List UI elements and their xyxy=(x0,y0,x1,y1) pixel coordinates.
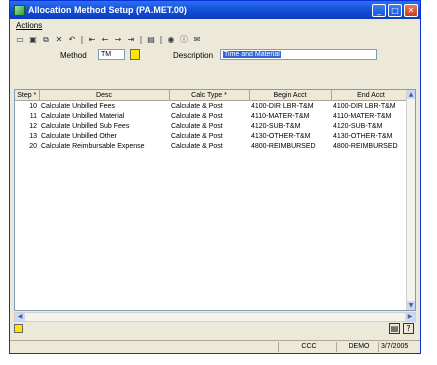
print-screen-icon[interactable]: ▤ xyxy=(389,323,400,334)
status-bar: CCC DEMO 3/7/2005 xyxy=(10,340,420,353)
column-header-calc-type[interactable]: Calc Type * xyxy=(169,90,250,101)
next-icon[interactable]: → xyxy=(113,35,123,45)
cell-end-acct[interactable]: 4110-MATER-T&M xyxy=(331,111,411,121)
app-icon xyxy=(14,4,25,16)
cell-begin-acct[interactable]: 4100-DIR LBR-T&M xyxy=(249,101,331,112)
close-button[interactable]: ✕ xyxy=(404,3,418,17)
scroll-left-arrow-icon[interactable]: ◀ xyxy=(15,313,25,321)
allocation-method-setup-window: Allocation Method Setup (PA.MET.00) _ □ … xyxy=(9,0,421,354)
cancel-icon[interactable]: ↶ xyxy=(67,35,77,45)
cell-step[interactable]: 13 xyxy=(15,131,39,141)
mail-icon[interactable]: ✉ xyxy=(192,35,202,45)
description-value: Time and Material xyxy=(223,51,281,58)
table-header-row: Step * Desc Calc Type * Begin Acct End A… xyxy=(15,90,412,101)
table-row[interactable]: 11 Calculate Unbilled Material Calculate… xyxy=(15,111,411,121)
cell-calc-type[interactable]: Calculate & Post xyxy=(169,121,249,131)
table-row[interactable]: 20 Calculate Reimbursable Expense Calcul… xyxy=(15,141,411,151)
cell-calc-type[interactable]: Calculate & Post xyxy=(169,131,249,141)
cell-begin-acct[interactable]: 4120-SUB-T&M xyxy=(249,121,331,131)
description-field[interactable]: Time and Material xyxy=(220,49,377,60)
help-question-icon[interactable]: ? xyxy=(403,323,414,334)
toolbar-separator: | xyxy=(139,35,143,44)
menu-actions[interactable]: Actions xyxy=(16,21,42,30)
allocation-steps-table: Step * Desc Calc Type * Begin Acct End A… xyxy=(15,90,412,151)
cell-begin-acct[interactable]: 4800-REIMBURSED xyxy=(249,141,331,151)
cell-step[interactable]: 11 xyxy=(15,111,39,121)
toolbar: ▭ ▣ ⧉ ✕ ↶ | ⇤ ← → ⇥ | ▤ | ◉ ⓘ ✉ xyxy=(10,32,420,47)
last-icon[interactable]: ⇥ xyxy=(126,35,136,45)
column-header-end-acct[interactable]: End Acct xyxy=(331,90,412,101)
new-icon[interactable]: ▭ xyxy=(15,35,25,45)
method-lookup-icon[interactable] xyxy=(130,49,140,60)
scroll-down-arrow-icon[interactable]: ▼ xyxy=(407,301,415,310)
status-company: CCC xyxy=(278,342,337,352)
cell-begin-acct[interactable]: 4130-OTHER-T&M xyxy=(249,131,331,141)
status-date: 3/7/2005 xyxy=(378,342,420,352)
help-icon[interactable]: ◉ xyxy=(166,35,176,45)
info-icon[interactable]: ⓘ xyxy=(179,35,189,45)
description-label: Description xyxy=(173,51,214,60)
cell-calc-type[interactable]: Calculate & Post xyxy=(169,101,249,112)
column-header-begin-acct[interactable]: Begin Acct xyxy=(249,90,332,101)
method-label: Method xyxy=(60,51,87,60)
note-lookup-icon[interactable] xyxy=(14,324,23,333)
print-icon[interactable]: ▤ xyxy=(146,35,156,45)
delete-icon[interactable]: ✕ xyxy=(54,35,64,45)
toolbar-separator: | xyxy=(159,35,163,44)
first-icon[interactable]: ⇤ xyxy=(87,35,97,45)
minimize-button[interactable]: _ xyxy=(372,3,386,17)
cell-step[interactable]: 12 xyxy=(15,121,39,131)
table-row[interactable]: 12 Calculate Unbilled Sub Fees Calculate… xyxy=(15,121,411,131)
cell-step[interactable]: 20 xyxy=(15,141,39,151)
method-row: Method TM Description Time and Material xyxy=(10,47,420,65)
cell-begin-acct[interactable]: 4110-MATER-T&M xyxy=(249,111,331,121)
menu-bar: Actions xyxy=(10,19,420,32)
cell-calc-type[interactable]: Calculate & Post xyxy=(169,111,249,121)
cell-end-acct[interactable]: 4800-REIMBURSED xyxy=(331,141,411,151)
method-field[interactable]: TM xyxy=(98,49,125,60)
cell-desc[interactable]: Calculate Unbilled Other xyxy=(39,131,169,141)
maximize-button[interactable]: □ xyxy=(388,3,402,17)
scroll-right-arrow-icon[interactable]: ▶ xyxy=(405,313,415,321)
cell-calc-type[interactable]: Calculate & Post xyxy=(169,141,249,151)
cell-desc[interactable]: Calculate Unbilled Material xyxy=(39,111,169,121)
scroll-up-arrow-icon[interactable]: ▲ xyxy=(407,90,415,99)
status-icons: ▤ ? xyxy=(389,323,414,334)
copy-icon[interactable]: ⧉ xyxy=(41,35,51,45)
cell-desc[interactable]: Calculate Reimbursable Expense xyxy=(39,141,169,151)
column-header-desc[interactable]: Desc xyxy=(39,90,170,101)
cell-step[interactable]: 10 xyxy=(15,101,39,112)
column-header-step[interactable]: Step * xyxy=(15,90,40,101)
cell-end-acct[interactable]: 4130-OTHER-T&M xyxy=(331,131,411,141)
cell-desc[interactable]: Calculate Unbilled Sub Fees xyxy=(39,121,169,131)
vertical-scrollbar[interactable]: ▲ ▼ xyxy=(406,90,415,310)
table-row[interactable]: 10 Calculate Unbilled Fees Calculate & P… xyxy=(15,101,411,112)
cell-end-acct[interactable]: 4120-SUB-T&M xyxy=(331,121,411,131)
window-title: Allocation Method Setup (PA.MET.00) xyxy=(28,5,187,15)
title-bar: Allocation Method Setup (PA.MET.00) _ □ … xyxy=(10,1,420,19)
status-database: DEMO xyxy=(336,342,379,352)
save-icon[interactable]: ▣ xyxy=(28,35,38,45)
toolbar-separator: | xyxy=(80,35,84,44)
table-row[interactable]: 13 Calculate Unbilled Other Calculate & … xyxy=(15,131,411,141)
cell-end-acct[interactable]: 4100-DIR LBR-T&M xyxy=(331,101,411,112)
horizontal-scrollbar[interactable]: ◀ ▶ xyxy=(14,312,416,322)
cell-desc[interactable]: Calculate Unbilled Fees xyxy=(39,101,169,112)
previous-icon[interactable]: ← xyxy=(100,35,110,45)
allocation-steps-grid: Step * Desc Calc Type * Begin Acct End A… xyxy=(14,89,416,311)
